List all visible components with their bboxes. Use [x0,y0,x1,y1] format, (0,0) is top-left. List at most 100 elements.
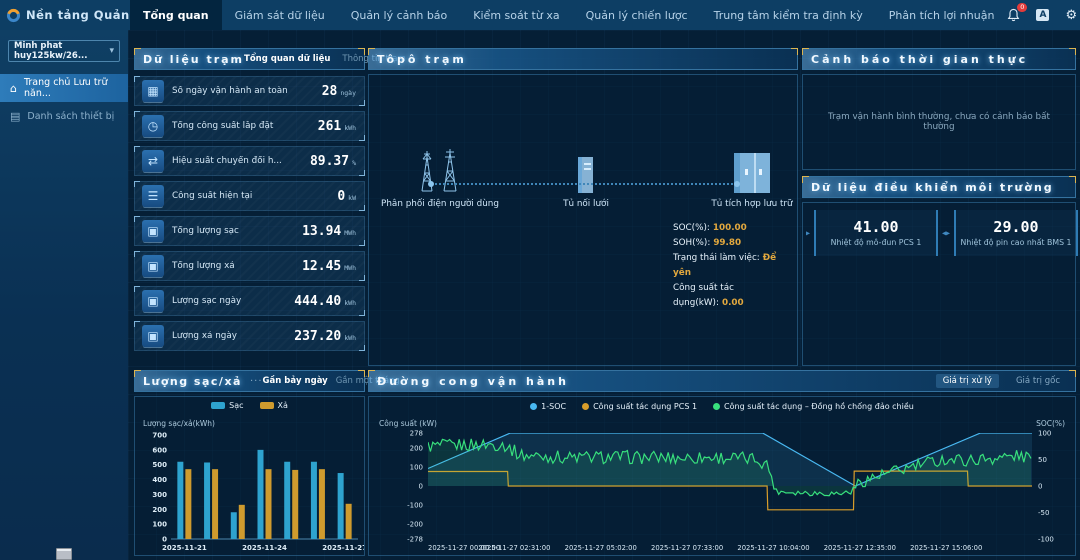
svg-text:2025-11-21: 2025-11-21 [162,544,207,552]
device-list-icon: ▤ [10,110,20,123]
charge-chart-panel-header: Lượng sạc/xả ··· Gần bảy ngày Gần một th… [134,370,365,392]
logo-icon [6,8,21,23]
svg-text:-278: -278 [407,536,423,544]
sidebar: Minh phat huy125kw/26... ▾ ⌂ Trang chủ Lư… [0,30,128,560]
nav-tab-5[interactable]: Trung tâm kiểm tra định kỳ [701,0,876,30]
efficiency-icon: ⇄ [142,150,164,172]
sidebar-item-1[interactable]: ▤Danh sách thiết bị [0,102,128,130]
processed-values-button[interactable]: Giá trị xử lý [936,374,999,388]
nav-tab-0[interactable]: Tổng quan [130,0,222,30]
bar-chart-legend: Sạc Xả [135,401,364,410]
env-metric-value: 41.00 [853,218,898,236]
svg-text:2025-11-27 07:33:00: 2025-11-27 07:33:00 [651,544,723,552]
alerts-empty-text: Trạm vận hành bình thường, chưa có cảnh … [803,112,1075,132]
station-data-title: Dữ liệu trạm [143,53,244,66]
main-nav-tabs: Tổng quanGiám sát dữ liệuQuản lý cảnh bá… [130,0,1007,30]
legend-item[interactable]: Công suất tác dụng – Đồng hồ chống đảo c… [713,402,914,411]
nav-tab-3[interactable]: Kiểm soát từ xa [460,0,572,30]
charge-discharge-bar-chart: 01002003004005006007002025-11-212025-11-… [135,429,364,555]
topology-info-line: Trạng thái làm việc:Để yên [673,251,797,281]
stat-value: 444.40kWh [294,294,356,309]
charge-chart-title: Lượng sạc/xả [143,375,242,388]
stat-card: ▣Lượng xả ngày237.20kWh [134,321,365,351]
stat-value: 261kWh [318,119,356,134]
svg-text:500: 500 [152,461,167,469]
stat-card: ☰Công suất hiện tại0kW [134,181,365,211]
nav-tab-4[interactable]: Quản lý chiến lược [573,0,701,30]
power-towers-icon [414,147,466,195]
notification-badge: 0 [1017,3,1027,12]
topology-title: Tôpô trạm [377,53,467,66]
taskbar-icon[interactable] [56,548,72,560]
settings-gear-icon[interactable]: ⚙ [1065,9,1077,22]
app-logo[interactable]: Nền tảng Quản... [0,0,130,30]
env-metric: ▸29.00Nhiệt độ pin cao nhất BMS 1◂ [954,210,1078,256]
svg-text:-50: -50 [1038,509,1049,517]
stat-label: Hiệu suất chuyển đổi h... [172,156,302,166]
env-metric-label: Nhiệt độ pin cao nhất BMS 1 [961,238,1072,248]
svg-text:-200: -200 [407,521,423,529]
stat-value: 28ngày [322,84,356,99]
topology-node-label: Tủ tích hợp lưu trữ [711,199,792,209]
charge-total-icon: ▣ [142,220,164,242]
nav-tab-6[interactable]: Phân tích lợi nhuận [876,0,1008,30]
station-select-dropdown[interactable]: Minh phat huy125kw/26... ▾ [8,40,120,62]
topology-node-label: Phân phối điện người dùng [381,199,499,209]
topology-info-line: Công suất tác dụng(kW):0.00 [673,281,797,311]
tab-data-overview[interactable]: Tổng quan dữ liệu [244,54,330,64]
environment-panel-header: Dữ liệu điều khiển môi trường [802,176,1076,198]
topbar-actions: 0 A ⚙ qikechao [1007,8,1080,22]
legend-item[interactable]: Sạc [211,401,243,410]
tab-last-seven-days[interactable]: Gần bảy ngày [263,376,328,386]
svg-text:700: 700 [152,432,167,440]
svg-text:600: 600 [152,446,167,454]
stat-card: ▣Lượng sạc ngày444.40kWh [134,286,365,316]
calendar-icon: ▦ [142,80,164,102]
charge-day-icon: ▣ [142,290,164,312]
grid-cabinet-icon [574,155,598,195]
meter-icon: ◷ [142,115,164,137]
language-icon[interactable]: A [1036,9,1049,21]
svg-text:100: 100 [1038,430,1051,438]
stat-label: Tổng lượng xả [172,261,294,271]
stat-value: 12.45MWh [302,259,356,274]
svg-text:50: 50 [1038,456,1047,464]
nav-tab-2[interactable]: Quản lý cảnh báo [338,0,461,30]
svg-text:2025-11-27 15:06:00: 2025-11-27 15:06:00 [910,544,982,552]
topology-info-line: SOH(%):99.80 [673,236,797,251]
topology-connector-line [431,183,737,185]
svg-text:2025-11-27 02:31:00: 2025-11-27 02:31:00 [478,544,550,552]
topology-panel-header: Tôpô trạm [368,48,798,70]
curve-panel-header: Đường cong vận hành Giá trị xử lý Giá tr… [368,370,1076,392]
curve-title: Đường cong vận hành [377,375,569,388]
svg-text:0: 0 [419,483,423,491]
alerts-title: Cảnh báo thời gian thực [811,53,1028,66]
legend-item[interactable]: Công suất tác dụng PCS 1 [582,402,697,411]
stat-value: 0kW [337,189,356,204]
chart-menu-dots[interactable]: ··· [250,376,263,387]
stat-card: ▦ Số ngày vận hành an toàn 28ngày [134,76,365,106]
legend-item[interactable]: Xả [260,401,288,410]
home-icon: ⌂ [10,82,17,95]
storage-cabinet-icon [731,151,773,195]
svg-text:200: 200 [152,506,167,514]
svg-text:-100: -100 [1038,536,1054,544]
topology-info-block: SOC(%):100.00SOH(%):99.80Trạng thái làm … [673,221,797,311]
stat-label: Số ngày vận hành an toàn [172,86,314,96]
svg-text:200: 200 [410,444,423,452]
arrow-right-icon: ▸ [946,229,950,238]
notifications-bell-icon[interactable]: 0 [1007,8,1020,22]
sidebar-item-0[interactable]: ⌂ Trang chủ Lưu trữ năn... [0,74,128,102]
stat-value: 237.20kWh [294,329,356,344]
legend-item[interactable]: 1-SOC [530,402,566,411]
stat-label: Lượng xả ngày [172,331,286,341]
raw-values-button[interactable]: Giá trị gốc [1009,374,1067,388]
env-metric: ▸41.00Nhiệt độ mô-đun PCS 1◂ [814,210,938,256]
chevron-down-icon: ▾ [109,46,114,56]
nav-tab-1[interactable]: Giám sát dữ liệu [222,0,338,30]
sidebar-item-label: Trang chủ Lưu trữ năn... [24,77,118,99]
stat-label: Tổng công suất lắp đặt [172,121,310,131]
stat-value: 13.94MWh [302,224,356,239]
svg-text:2025-11-24: 2025-11-24 [242,544,287,552]
station-data-panel-header: Dữ liệu trạm Tổng quan dữ liệu Thông tin… [134,48,365,70]
